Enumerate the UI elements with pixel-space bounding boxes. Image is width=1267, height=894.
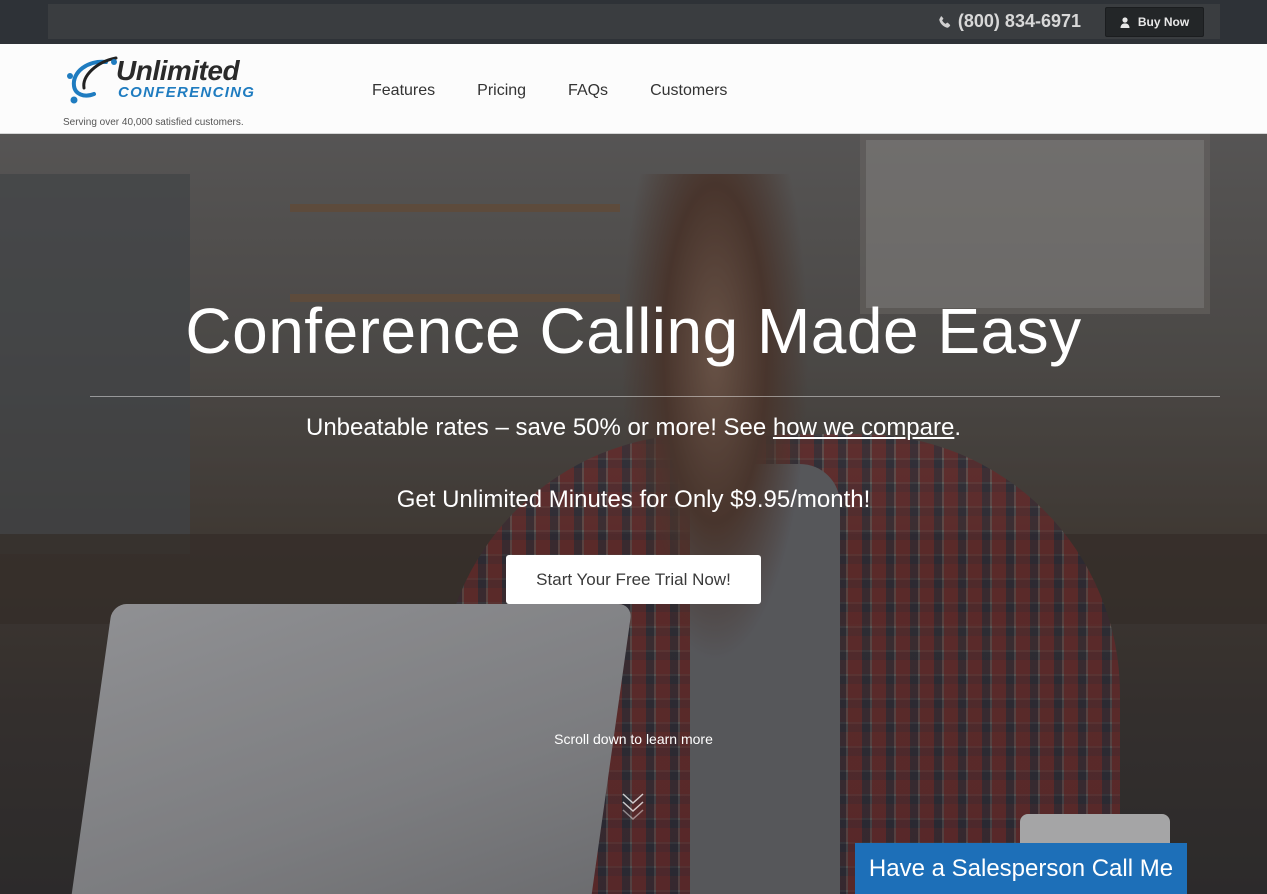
top-bar: (800) 834-6971 Buy Now bbox=[0, 0, 1267, 44]
nav-faqs[interactable]: FAQs bbox=[568, 82, 608, 100]
user-icon bbox=[1120, 16, 1130, 28]
main-nav: Features Pricing FAQs Customers bbox=[372, 82, 727, 100]
free-trial-button[interactable]: Start Your Free Trial Now! bbox=[506, 555, 761, 604]
double-chevron-down-icon[interactable] bbox=[621, 790, 645, 824]
hero-divider bbox=[90, 396, 1220, 397]
logo-subtitle: conferencing bbox=[118, 84, 256, 101]
hero-subtitle: Unbeatable rates – save 50% or more! See… bbox=[0, 414, 1267, 442]
hero-title: Conference Calling Made Easy bbox=[185, 295, 1082, 367]
buy-now-label: Buy Now bbox=[1137, 15, 1190, 29]
nav-pricing[interactable]: Pricing bbox=[477, 82, 526, 100]
phone-number[interactable]: (800) 834-6971 bbox=[938, 11, 1081, 32]
logo-title: Unlimited bbox=[116, 55, 240, 86]
hero-section: Conference Calling Made Easy Unbeatable … bbox=[0, 134, 1267, 894]
phone-number-text: (800) 834-6971 bbox=[957, 11, 1081, 31]
buy-now-button[interactable]: Buy Now bbox=[1105, 7, 1204, 37]
logo-mark-icon bbox=[67, 56, 118, 104]
site-header: Unlimited conferencing Serving over 40,0… bbox=[0, 44, 1267, 134]
hero-subtitle-suffix: . bbox=[954, 414, 962, 441]
phone-icon bbox=[939, 15, 951, 28]
nav-features[interactable]: Features bbox=[372, 82, 435, 100]
top-bar-inner: (800) 834-6971 Buy Now bbox=[48, 4, 1220, 39]
scroll-hint: Scroll down to learn more bbox=[554, 731, 713, 747]
nav-customers[interactable]: Customers bbox=[650, 82, 727, 100]
salesperson-call-button[interactable]: Have a Salesperson Call Me bbox=[855, 843, 1187, 894]
how-we-compare-link[interactable]: how we compare bbox=[773, 414, 954, 441]
hero-overlay bbox=[0, 134, 1267, 894]
hero-offer: Get Unlimited Minutes for Only $9.95/mon… bbox=[396, 486, 871, 513]
hero-subtitle-text: Unbeatable rates – save 50% or more! See bbox=[305, 414, 773, 441]
logo[interactable]: Unlimited conferencing bbox=[64, 54, 286, 106]
tagline: Serving over 40,000 satisfied customers. bbox=[63, 117, 244, 128]
